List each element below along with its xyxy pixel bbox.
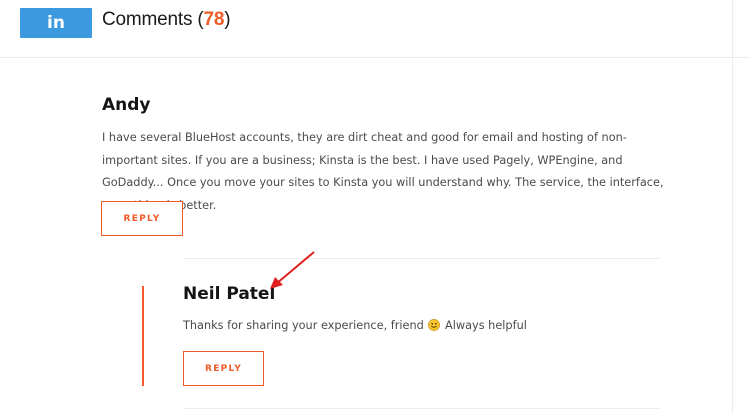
comment-text-part2: Always helpful: [444, 319, 527, 332]
comment-author-andy[interactable]: Andy: [102, 95, 151, 115]
linkedin-share-button[interactable]: in: [20, 8, 92, 38]
comment-divider-bottom: [183, 408, 661, 409]
nested-reply-indicator: [142, 286, 144, 386]
arrow-annotation-icon: [270, 251, 315, 289]
comments-header-bar: in Comments (78): [0, 0, 750, 58]
comment-text-andy: I have several BlueHost accounts, they a…: [102, 131, 664, 212]
comments-title-label: Comments: [102, 9, 193, 30]
reply-button-neil-patel[interactable]: REPLY: [183, 351, 264, 386]
comments-page: in Comments (78) Andy I have several Blu…: [0, 0, 750, 413]
comment-text-neil-patel: Thanks for sharing your experience, frie…: [183, 315, 683, 338]
smiley-emoji-icon: [428, 319, 441, 331]
comments-title: Comments (78): [102, 9, 231, 30]
comments-count: 78: [203, 9, 225, 30]
linkedin-icon: in: [47, 13, 65, 33]
comment-divider: [183, 258, 661, 259]
reply-button-andy[interactable]: REPLY: [101, 201, 183, 236]
page-right-border-top: [732, 0, 733, 57]
page-right-border: [732, 57, 733, 413]
comment-text-part1: Thanks for sharing your experience, frie…: [183, 319, 424, 332]
